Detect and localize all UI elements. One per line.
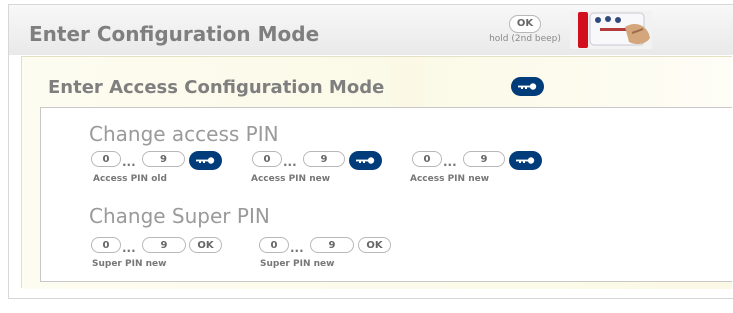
ok-hold-hint: OK hold (2nd beep)	[483, 11, 567, 44]
change-access-pin-title: Change access PIN	[89, 122, 279, 146]
digits-range-dots: ...	[443, 155, 457, 169]
digits-range-dots: ...	[122, 155, 136, 169]
digit-0-button[interactable]: 0	[412, 151, 442, 167]
device-photo-icon	[570, 11, 652, 49]
key-icon[interactable]	[189, 151, 222, 170]
ok-button[interactable]: OK	[358, 237, 391, 253]
key-icon[interactable]	[349, 151, 382, 170]
configuration-mode-title: Enter Configuration Mode	[29, 22, 320, 46]
digit-0-button[interactable]: 0	[259, 237, 289, 253]
digit-9-button[interactable]: 9	[303, 151, 345, 167]
digit-9-button[interactable]: 9	[142, 237, 186, 253]
hold-instruction: hold (2nd beep)	[489, 34, 561, 44]
digits-range-dots: ...	[283, 155, 297, 169]
key-icon[interactable]	[511, 77, 544, 96]
digit-0-button[interactable]: 0	[252, 151, 282, 167]
ok-button[interactable]: OK	[509, 15, 541, 33]
access-configuration-title: Enter Access Configuration Mode	[48, 77, 385, 98]
key-icon[interactable]	[509, 151, 542, 170]
access-pin-old-label: Access PIN old	[93, 174, 167, 184]
digit-9-button[interactable]: 9	[142, 151, 185, 167]
digits-range-dots: ...	[290, 241, 304, 255]
digit-0-button[interactable]: 0	[91, 237, 121, 253]
digits-range-dots: ...	[122, 241, 136, 255]
digit-9-button[interactable]: 9	[310, 237, 354, 253]
ok-button[interactable]: OK	[189, 237, 222, 253]
super-pin-new-label: Super PIN new	[92, 259, 167, 269]
digit-9-button[interactable]: 9	[463, 151, 505, 167]
super-pin-new-label: Super PIN new	[260, 259, 335, 269]
change-super-pin-title: Change Super PIN	[89, 204, 270, 228]
access-pin-new-label: Access PIN new	[251, 174, 331, 184]
digit-0-button[interactable]: 0	[91, 151, 121, 167]
pin-options-box: Change access PIN 0 ... 9 Access PIN old…	[40, 107, 732, 282]
page: Enter Configuration Mode OK hold (2nd be…	[0, 0, 733, 313]
access-pin-new-label: Access PIN new	[410, 174, 490, 184]
